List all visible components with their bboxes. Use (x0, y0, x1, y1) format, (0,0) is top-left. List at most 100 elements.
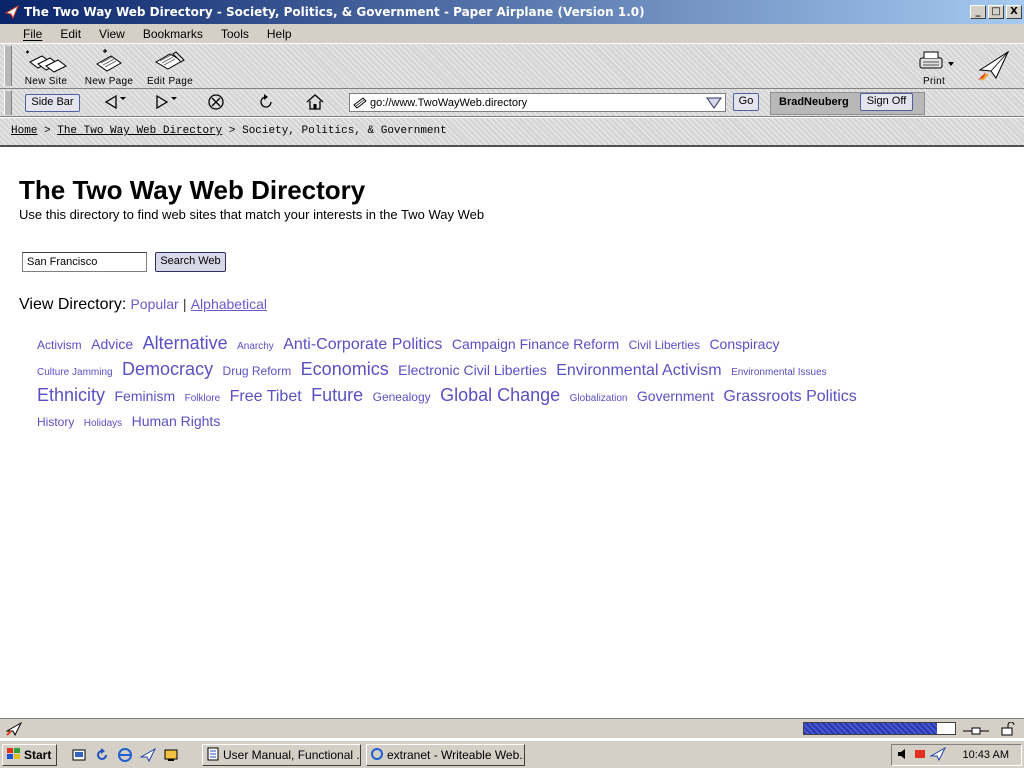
forward-arrow-icon (156, 94, 177, 110)
tag-link[interactable]: Globalization (570, 393, 628, 404)
menu-view[interactable]: View (90, 27, 134, 41)
taskbar-item-extranet[interactable]: extranet - Writeable Web... (366, 744, 525, 766)
home-button[interactable] (301, 91, 329, 113)
menu-edit[interactable]: Edit (51, 27, 90, 41)
search-web-button[interactable]: Search Web (155, 252, 226, 272)
tag-link[interactable]: Conspiracy (709, 336, 779, 352)
start-button[interactable]: Start (2, 744, 57, 766)
view-directory-row: View Directory: Popular | Alphabetical (19, 296, 267, 314)
tag-link[interactable]: Civil Liberties (629, 338, 700, 352)
tag-link[interactable]: Alternative (143, 333, 228, 353)
browser-icon (370, 747, 384, 764)
view-separator: | (182, 296, 187, 312)
start-label: Start (24, 748, 52, 762)
tag-link[interactable]: History (37, 415, 74, 429)
internet-explorer-icon[interactable] (116, 746, 134, 764)
document-icon (206, 747, 220, 764)
tag-link[interactable]: Folklore (185, 393, 221, 404)
paper-airplane-quick-icon[interactable] (139, 746, 157, 764)
lock-icon (1000, 721, 1016, 740)
minimize-button[interactable]: _ (970, 5, 986, 19)
view-alphabetical-link[interactable]: Alphabetical (191, 296, 267, 312)
tag-link[interactable]: Culture Jamming (37, 367, 113, 378)
breadcrumb-current: Society, Politics, & Government (242, 125, 447, 137)
refresh-app-icon[interactable] (93, 746, 111, 764)
clock: 10:43 AM (962, 749, 1009, 761)
windows-logo-icon (6, 747, 22, 764)
close-button[interactable]: X (1006, 5, 1022, 19)
taskbar-item-user-manual[interactable]: User Manual, Functional ... (202, 744, 361, 766)
menu-help[interactable]: Help (258, 27, 301, 41)
tag-link[interactable]: Environmental Issues (731, 367, 827, 378)
breadcrumb-directory-link[interactable]: The Two Way Web Directory (57, 125, 222, 137)
forward-button[interactable] (153, 91, 181, 113)
tag-link[interactable]: Campaign Finance Reform (452, 336, 619, 352)
paper-airplane-logo-icon (976, 50, 1010, 86)
toolbar-grip[interactable] (4, 46, 12, 86)
edit-page-label: Edit Page (146, 76, 194, 87)
go-button[interactable]: Go (733, 93, 759, 111)
media-icon[interactable] (162, 746, 180, 764)
quick-launch (70, 746, 180, 764)
view-directory-label: View Directory: (19, 296, 127, 313)
tag-link[interactable]: Activism (37, 338, 82, 352)
nav-toolbar-grip[interactable] (4, 91, 12, 115)
tag-link[interactable]: Future (311, 385, 363, 405)
new-site-label: New Site (24, 76, 68, 87)
url-text[interactable]: go://www.TwoWayWeb.directory (370, 97, 703, 109)
reload-button[interactable] (252, 91, 280, 113)
print-label: Print (922, 76, 946, 87)
connection-icon (962, 722, 990, 741)
tray-airplane-icon[interactable] (929, 746, 947, 764)
breadcrumb-home-link[interactable]: Home (11, 125, 37, 137)
window-title: The Two Way Web Directory - Society, Pol… (24, 5, 645, 19)
tag-link[interactable]: Feminism (114, 388, 175, 404)
menu-tools[interactable]: Tools (212, 27, 258, 41)
tag-link[interactable]: Anarchy (237, 341, 274, 352)
paper-airplane-app-icon[interactable] (4, 4, 20, 20)
address-bar[interactable]: go://www.TwoWayWeb.directory (349, 93, 726, 112)
desktop-icon[interactable] (70, 746, 88, 764)
tag-link[interactable]: Global Change (440, 385, 560, 405)
window-title-bar[interactable]: The Two Way Web Directory - Society, Pol… (0, 0, 1024, 24)
new-site-icon (24, 46, 68, 76)
menu-bookmarks[interactable]: Bookmarks (134, 27, 212, 41)
url-dropdown-icon[interactable] (703, 97, 725, 109)
sign-off-button[interactable]: Sign Off (860, 93, 913, 111)
tag-link[interactable]: Genealogy (373, 390, 431, 404)
taskbar-item-label: User Manual, Functional ... (223, 748, 361, 762)
new-page-button[interactable]: New Page (83, 46, 135, 88)
tag-link[interactable]: Anti-Corporate Politics (283, 336, 442, 353)
search-input[interactable] (22, 252, 147, 272)
tag-cloud: Activism Advice Alternative Anarchy Anti… (37, 332, 867, 435)
printer-icon (914, 46, 954, 76)
tag-link[interactable]: Drug Reform (223, 364, 292, 378)
side-bar-button[interactable]: Side Bar (25, 94, 80, 112)
url-page-icon (350, 96, 370, 109)
volume-icon[interactable] (896, 747, 910, 764)
page-title: The Two Way Web Directory (19, 175, 366, 205)
tag-link[interactable]: Electronic Civil Liberties (398, 362, 547, 378)
tag-link[interactable]: Ethnicity (37, 385, 105, 405)
main-toolbar: New Site New Page Edit Page Print (0, 43, 1024, 89)
tag-link[interactable]: Free Tibet (230, 388, 302, 405)
tag-link[interactable]: Advice (91, 336, 133, 352)
new-site-button[interactable]: New Site (22, 46, 70, 88)
tag-link[interactable]: Human Rights (132, 413, 221, 429)
view-popular-link[interactable]: Popular (130, 296, 178, 312)
home-icon (306, 94, 324, 110)
back-button[interactable] (102, 91, 130, 113)
edit-page-button[interactable]: Edit Page (145, 46, 195, 88)
tag-link[interactable]: Democracy (122, 359, 213, 379)
tray-app-icon[interactable] (913, 747, 927, 764)
stop-button[interactable] (202, 91, 230, 113)
tag-link[interactable]: Environmental Activism (556, 362, 721, 379)
tag-link[interactable]: Government (637, 388, 714, 404)
tag-link[interactable]: Economics (301, 359, 389, 379)
print-button[interactable]: Print (912, 46, 956, 88)
menu-file[interactable]: File (14, 27, 51, 41)
tag-link[interactable]: Holidays (84, 418, 122, 429)
tag-link[interactable]: Grassroots Politics (723, 388, 856, 405)
edit-page-icon (152, 46, 188, 76)
maximize-button[interactable]: □ (988, 5, 1004, 19)
